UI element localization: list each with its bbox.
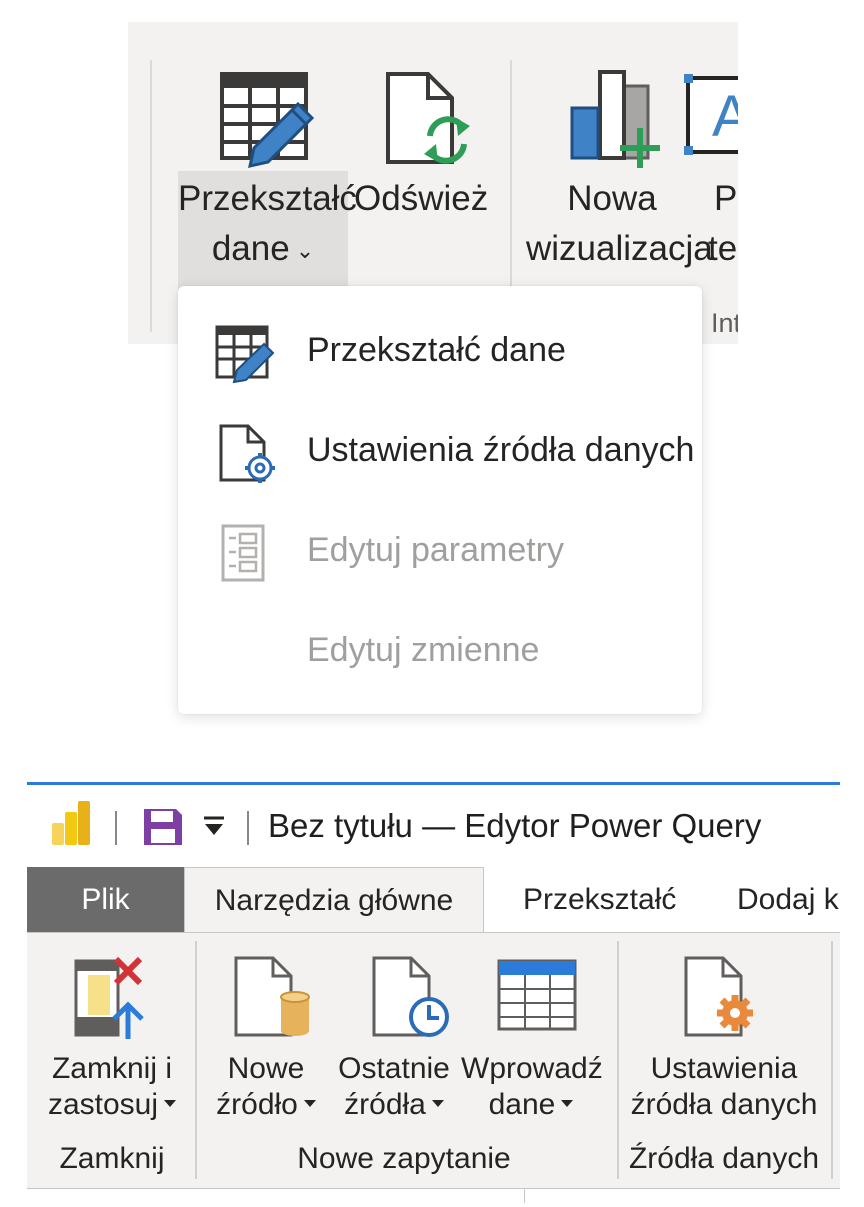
dropdown-arrow-icon <box>431 1099 444 1107</box>
refresh-icon <box>384 70 474 166</box>
text-box-label-1: P <box>714 179 738 218</box>
close-apply-label-2: zastosuj <box>37 1087 187 1123</box>
recent-sources-label-2-text: źródła <box>344 1088 426 1121</box>
group-label-new-query: Nowe zapytanie <box>297 1142 511 1175</box>
titlebar-separator <box>115 811 117 845</box>
ribbon-separator <box>150 60 152 332</box>
group-label-data-sources: Źródła danych <box>628 1142 820 1175</box>
save-icon[interactable] <box>142 807 184 847</box>
menu-item-edit-parameters: Edytuj parametry <box>178 502 702 602</box>
dropdown-arrow-icon <box>303 1099 316 1107</box>
titlebar-separator <box>247 811 249 845</box>
svg-text:A: A <box>712 84 738 149</box>
table-edit-icon <box>218 70 315 168</box>
source-settings-gear-icon <box>683 955 763 1039</box>
refresh-label: Odśwież <box>354 179 489 218</box>
new-source-label-2-text: źródło <box>216 1088 298 1121</box>
new-visual-label-1: Nowa <box>567 179 657 218</box>
transform-data-menu: Przekształć dane Ustawienia źródła danyc… <box>178 286 702 714</box>
parameters-icon <box>220 524 280 582</box>
chevron-down-icon: ⌄ <box>295 237 315 263</box>
menu-item-label: Edytuj parametry <box>307 531 564 569</box>
menu-item-label: Ustawienia źródła danych <box>307 431 695 469</box>
power-bi-logo-icon <box>52 801 92 845</box>
new-visual-label-2: wizualizacja <box>526 229 713 268</box>
customize-toolbar-icon[interactable] <box>202 815 226 837</box>
transform-data-label-2: dane ⌄ <box>178 224 348 276</box>
tab-transform[interactable]: Przekształć <box>523 867 676 933</box>
close-apply-label-1: Zamknij i <box>51 1052 172 1085</box>
close-apply-icon <box>74 955 146 1039</box>
dropdown-arrow-icon <box>164 1099 177 1107</box>
new-visual-icon <box>568 68 664 168</box>
menu-item-data-source-settings[interactable]: Ustawienia źródła danych <box>178 402 702 502</box>
new-source-label-2: źródło <box>207 1087 325 1123</box>
pane-divider <box>524 1189 525 1203</box>
window-title: Bez tytułu — Edytor Power Query <box>268 807 762 844</box>
tab-add-column[interactable]: Dodaj ko <box>737 867 840 933</box>
transform-data-label-2-text: dane <box>211 229 290 268</box>
menu-item-label: Przekształć dane <box>307 331 566 369</box>
transform-data-label-1: Przekształć <box>178 179 357 218</box>
tab-home[interactable]: Narzędzia główne <box>184 867 484 933</box>
menu-item-edit-variables: Edytuj zmienne <box>178 602 702 702</box>
recent-sources-icon <box>371 955 451 1039</box>
new-source-icon <box>233 955 313 1039</box>
enter-data-label-2: dane <box>461 1087 601 1123</box>
tab-file[interactable]: Plik <box>27 867 184 933</box>
new-source-label-1: Nowe <box>227 1052 305 1085</box>
table-edit-icon <box>214 324 275 384</box>
group-label-insert: Int <box>711 308 738 338</box>
group-separator <box>195 941 197 1179</box>
close-apply-label-2-text: zastosuj <box>47 1088 159 1121</box>
text-box-icon: A <box>684 74 738 156</box>
enter-data-table-icon <box>497 959 577 1031</box>
enter-data-label-2-text: dane <box>488 1088 556 1121</box>
recent-sources-label-1: Ostatnie <box>338 1052 450 1085</box>
menu-item-transform-data[interactable]: Przekształć dane <box>178 302 702 402</box>
group-separator <box>831 941 833 1179</box>
document-gear-icon <box>218 424 278 483</box>
ribbon-bottom-strip <box>27 1188 840 1203</box>
group-separator <box>617 941 619 1179</box>
enter-data-label-1: Wprowadź <box>461 1052 603 1085</box>
menu-item-label: Edytuj zmienne <box>307 631 540 669</box>
text-box-label-2: te <box>708 229 738 268</box>
recent-sources-label-2: źródła <box>333 1087 455 1123</box>
home-ribbon: Zamknij i zastosuj Zamknij Nowe źródło O… <box>27 932 840 1191</box>
source-settings-label-2: źródła danych <box>630 1088 818 1121</box>
group-label-close: Zamknij <box>59 1142 165 1175</box>
dropdown-arrow-icon <box>561 1099 574 1107</box>
source-settings-label-1: Ustawienia <box>650 1052 798 1085</box>
